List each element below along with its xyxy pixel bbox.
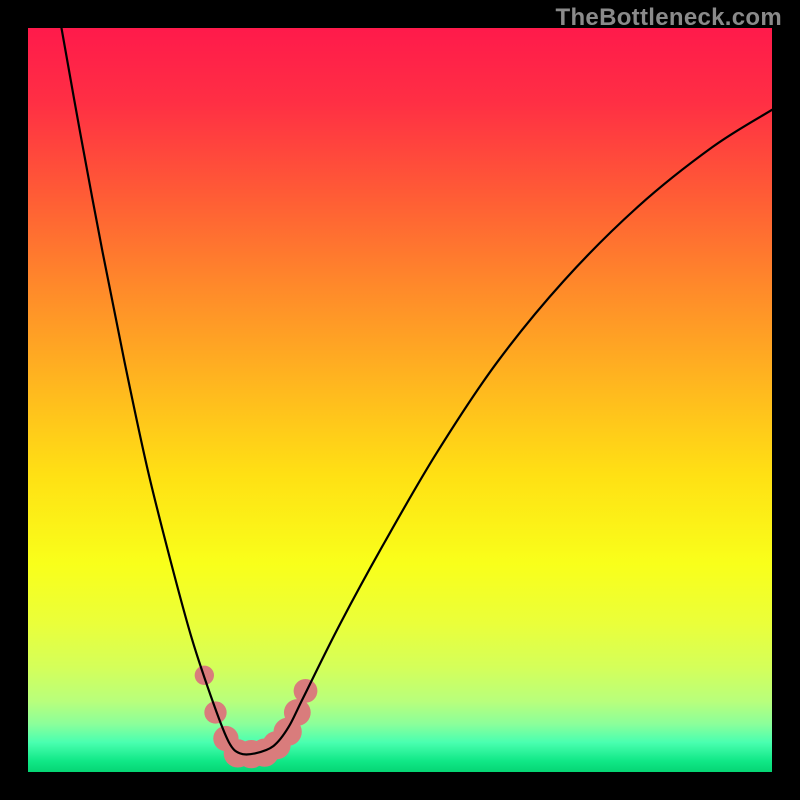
outer-frame: TheBottleneck.com bbox=[0, 0, 800, 800]
watermark-text: TheBottleneck.com bbox=[556, 4, 782, 32]
highlight-dot bbox=[284, 699, 311, 726]
highlight-dot bbox=[204, 701, 226, 723]
plot-area bbox=[28, 28, 772, 772]
chart-svg bbox=[28, 28, 772, 772]
bottleneck-curve bbox=[61, 28, 772, 755]
